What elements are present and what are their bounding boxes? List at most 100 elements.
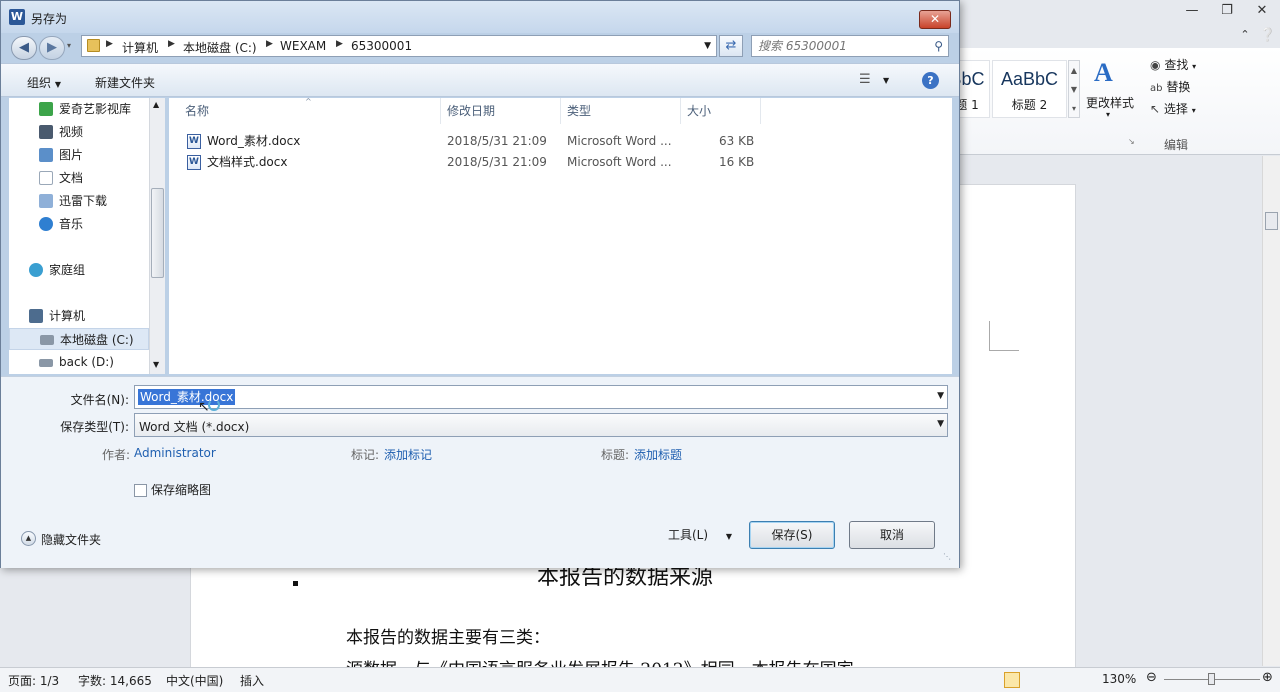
zoom-out-icon[interactable]: ⊖ xyxy=(1146,670,1157,685)
cancel-button[interactable]: 取消 xyxy=(849,521,935,549)
view-options-icon[interactable]: ☰ xyxy=(859,72,871,87)
resize-grip-icon[interactable]: ⋱ xyxy=(943,552,951,561)
filename-combobox[interactable]: Word_素材.docx ▼ xyxy=(134,385,948,409)
nav-item-drive-c[interactable]: 本地磁盘 (C:) xyxy=(9,328,149,350)
file-row[interactable]: W 文档样式.docx 2018/5/31 21:09 Microsoft Wo… xyxy=(179,152,759,172)
dialog-launcher-icon[interactable]: ↘ xyxy=(1128,137,1135,146)
author-label: 作者: xyxy=(102,448,131,462)
column-header-size[interactable]: 大小 xyxy=(681,98,761,124)
help-icon[interactable]: ❔ xyxy=(1255,28,1280,46)
column-header-type[interactable]: 类型 xyxy=(561,98,681,124)
recent-pages-chevron-icon[interactable]: ▾ xyxy=(67,41,71,50)
file-row[interactable]: W Word_素材.docx 2018/5/31 21:09 Microsoft… xyxy=(179,131,759,151)
save-thumbnail-checkbox[interactable] xyxy=(134,484,147,497)
breadcrumb-folder[interactable]: 65300001 xyxy=(351,39,412,53)
scroll-thumb[interactable] xyxy=(1265,212,1278,230)
dialog-toolbar: 组织 ▼ 新建文件夹 ☰ ▼ ? xyxy=(1,63,959,97)
nav-item-documents[interactable]: 文档 xyxy=(9,167,149,189)
nav-item-homegroup[interactable]: 家庭组 xyxy=(9,259,149,281)
address-dropdown-icon[interactable]: ▼ xyxy=(704,41,711,51)
zoom-level[interactable]: 130% xyxy=(1102,672,1136,686)
chevron-down-icon: ▾ xyxy=(1191,106,1196,115)
minimize-icon[interactable]: — xyxy=(1179,3,1205,21)
breadcrumb-computer[interactable]: 计算机 xyxy=(122,39,158,56)
nav-item-label: 音乐 xyxy=(59,217,84,231)
chevron-right-icon[interactable]: ▶ xyxy=(266,39,273,49)
refresh-icon[interactable]: ⇄ xyxy=(719,35,743,57)
tags-field[interactable]: 添加标记 xyxy=(384,446,432,463)
filename-input[interactable]: Word_素材.docx xyxy=(138,389,236,405)
tools-button[interactable]: 工具(L) ▼ xyxy=(668,526,732,543)
computer-icon xyxy=(29,309,43,323)
close-icon[interactable]: ✕ xyxy=(1249,3,1275,21)
nav-item-pictures[interactable]: 图片 xyxy=(9,144,149,166)
page-count[interactable]: 页面: 1/3 xyxy=(8,672,59,689)
hide-folders-button[interactable]: 隐藏文件夹 xyxy=(41,531,101,548)
style-heading2[interactable]: AaBbC 标题 2 xyxy=(992,60,1067,118)
vertical-scrollbar[interactable] xyxy=(1262,156,1280,666)
nav-item-computer[interactable]: 计算机 xyxy=(9,305,149,327)
address-bar[interactable]: ▶ 计算机 ▶ 本地磁盘 (C:) ▶ WEXAM ▶ 65300001 ▼ xyxy=(81,35,717,57)
nav-item-iqiyi[interactable]: 爱奇艺影视库 xyxy=(9,98,149,120)
title-field[interactable]: 添加标题 xyxy=(634,446,682,463)
scroll-thumb[interactable] xyxy=(151,188,164,278)
filename-label: 文件名(N): xyxy=(70,393,129,407)
tools-label: 工具(L) xyxy=(668,528,709,542)
search-box[interactable]: ⚲ xyxy=(751,35,949,57)
forward-icon[interactable]: ▶ xyxy=(39,36,65,60)
close-icon[interactable]: ✕ xyxy=(919,10,951,29)
breadcrumb-wexam[interactable]: WEXAM xyxy=(280,39,326,53)
search-input[interactable] xyxy=(758,38,928,54)
find-button[interactable]: ◉ 查找 ▾ xyxy=(1150,56,1196,73)
navigation-pane[interactable]: 爱奇艺影视库 视频 图片 文档 迅雷下载 音乐 家庭组 计算机 本地磁盘 (C:… xyxy=(9,98,165,374)
styles-scroll[interactable]: ▲ ▼ ▾ xyxy=(1068,60,1080,118)
chevron-down-icon: ▼ xyxy=(725,532,733,541)
select-button[interactable]: ↖ 选择 ▾ xyxy=(1150,100,1196,117)
nav-item-music[interactable]: 音乐 xyxy=(9,213,149,235)
dialog-title: 另存为 xyxy=(31,12,68,26)
zoom-in-icon[interactable]: ⊕ xyxy=(1262,670,1273,685)
chevron-down-icon[interactable]: ▾ xyxy=(1106,110,1110,119)
nav-item-label: back (D:) xyxy=(59,355,114,369)
insert-mode[interactable]: 插入 xyxy=(240,672,264,689)
zoom-slider-thumb[interactable] xyxy=(1208,673,1215,685)
chevron-down-icon[interactable]: ▼ xyxy=(883,76,889,85)
word-count[interactable]: 字数: 14,665 xyxy=(78,672,152,689)
scroll-down-icon[interactable]: ▼ xyxy=(153,360,159,369)
chevron-right-icon[interactable]: ▶ xyxy=(336,39,343,49)
filetype-select[interactable]: Word 文档 (*.docx) ▼ xyxy=(134,413,948,437)
chevron-right-icon[interactable]: ▶ xyxy=(106,39,113,49)
nav-item-video[interactable]: 视频 xyxy=(9,121,149,143)
status-bar: 页面: 1/3 字数: 14,665 中文(中国) 插入 130% ⊖ ⊕ xyxy=(0,667,1280,692)
scroll-up-icon[interactable]: ▲ xyxy=(153,100,159,109)
author-field[interactable]: Administrator xyxy=(134,446,216,460)
dialog-titlebar[interactable]: W 另存为 ✕ xyxy=(1,1,959,33)
print-layout-icon[interactable] xyxy=(1004,672,1020,688)
column-header-modified[interactable]: 修改日期 xyxy=(441,98,561,124)
nav-item-label: 家庭组 xyxy=(49,263,86,277)
search-icon[interactable]: ⚲ xyxy=(934,39,943,53)
save-button[interactable]: 保存(S) xyxy=(749,521,835,549)
help-icon[interactable]: ? xyxy=(922,72,939,89)
file-list[interactable]: 名称 ^ 修改日期 类型 大小 W Word_素材.docx 2018/5/31… xyxy=(169,97,952,374)
new-folder-button[interactable]: 新建文件夹 xyxy=(95,74,155,91)
replace-label: 替换 xyxy=(1166,80,1191,94)
organize-button[interactable]: 组织 ▼ xyxy=(27,74,61,91)
change-styles-button[interactable]: 更改样式 xyxy=(1086,94,1134,111)
change-styles-icon[interactable]: A xyxy=(1094,58,1113,88)
chevron-right-icon[interactable]: ▶ xyxy=(168,39,175,49)
nav-item-drive-d[interactable]: back (D:) xyxy=(9,351,149,373)
collapse-icon[interactable]: ▲ xyxy=(21,531,36,546)
save-thumbnail-label[interactable]: 保存缩略图 xyxy=(151,481,211,498)
replace-button[interactable]: ab 替换 xyxy=(1150,78,1190,95)
nav-scrollbar[interactable]: ▲ ▼ xyxy=(149,98,165,374)
dropdown-arrow-icon[interactable]: ▼ xyxy=(937,419,944,429)
breadcrumb-drive[interactable]: 本地磁盘 (C:) xyxy=(183,39,257,56)
file-modified: 2018/5/31 21:09 xyxy=(447,134,547,148)
back-icon[interactable]: ◀ xyxy=(11,36,37,60)
file-type: Microsoft Word ... xyxy=(567,134,672,148)
language-indicator[interactable]: 中文(中国) xyxy=(166,672,223,689)
nav-item-downloads[interactable]: 迅雷下载 xyxy=(9,190,149,212)
restore-icon[interactable]: ❐ xyxy=(1214,3,1240,21)
dropdown-arrow-icon[interactable]: ▼ xyxy=(937,391,944,401)
